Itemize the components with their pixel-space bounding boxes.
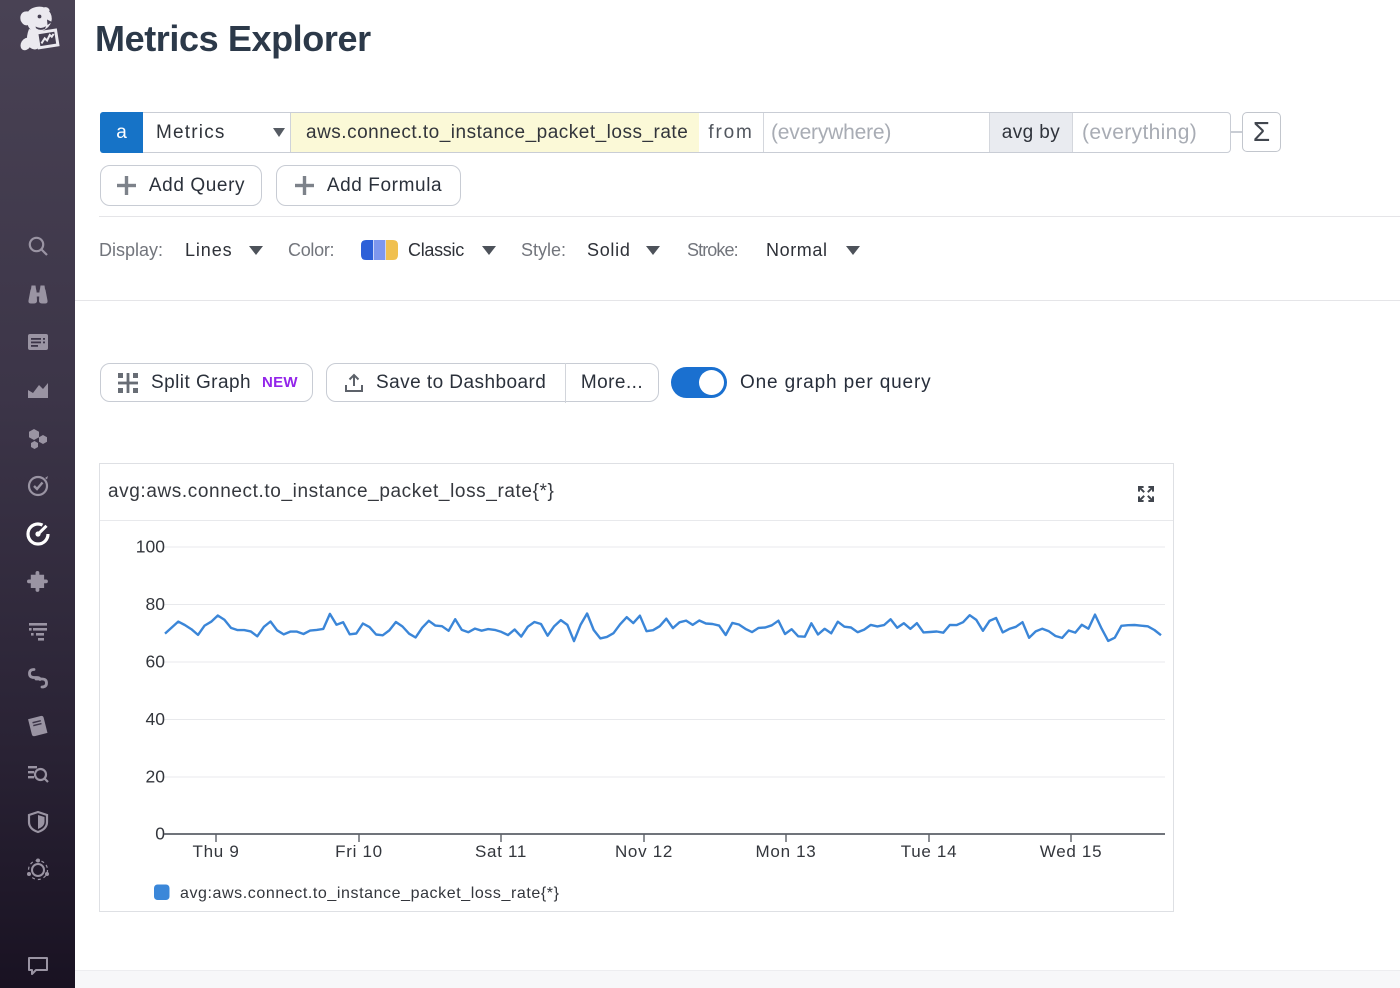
- svg-text:Thu 9: Thu 9: [193, 842, 240, 861]
- svg-text:avg:aws.connect.to_instance_pa: avg:aws.connect.to_instance_packet_loss_…: [180, 885, 560, 902]
- svg-text:Wed 15: Wed 15: [1040, 842, 1102, 861]
- svg-text:Mon 13: Mon 13: [756, 842, 817, 861]
- svg-text:20: 20: [146, 767, 166, 787]
- svg-text:100: 100: [136, 537, 165, 557]
- svg-text:0: 0: [155, 824, 165, 844]
- svg-text:Fri 10: Fri 10: [335, 842, 383, 861]
- svg-text:Tue 14: Tue 14: [901, 842, 958, 861]
- svg-text:Sat 11: Sat 11: [475, 842, 527, 861]
- svg-text:60: 60: [146, 652, 166, 672]
- svg-text:80: 80: [146, 594, 166, 614]
- svg-text:Nov 12: Nov 12: [615, 842, 673, 861]
- svg-text:40: 40: [146, 709, 166, 729]
